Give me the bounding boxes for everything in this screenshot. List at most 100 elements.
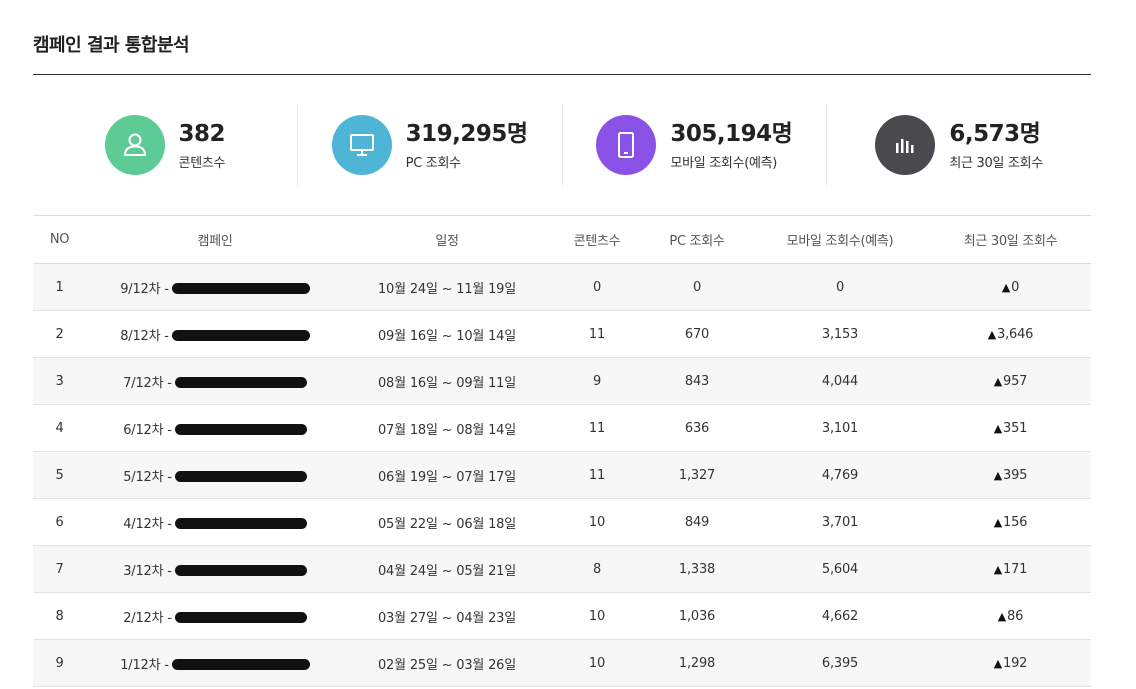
table-row[interactable]: 8 2/12차 - 03월 27일 ~ 04월 23일 10 1,036 4,6… xyxy=(33,592,1091,640)
cell-contents: 10 xyxy=(550,592,644,640)
stat-pc-views: 319,295명 PC 조회수 xyxy=(298,104,563,186)
page-title: 캠페인 결과 통합분석 xyxy=(33,35,190,56)
table-row[interactable]: 5 5/12차 - 06월 19일 ~ 07월 17일 11 1,327 4,7… xyxy=(33,451,1091,499)
title-divider xyxy=(33,74,1091,75)
redacted-campaign-name xyxy=(174,470,307,482)
redacted-campaign-name xyxy=(174,517,307,529)
cell-campaign[interactable]: 5/12차 - xyxy=(86,451,344,499)
cell-mobile-views: 6,395 xyxy=(750,639,930,687)
redacted-campaign-name xyxy=(171,329,310,341)
cell-mobile-views: 3,153 xyxy=(750,310,930,358)
redacted-campaign-name xyxy=(171,658,310,670)
campaign-round: 2/12차 - xyxy=(123,610,172,626)
cell-recent-views: ▲0 xyxy=(930,263,1091,311)
cell-contents: 10 xyxy=(550,639,644,687)
table-row[interactable]: 2 8/12차 - 09월 16일 ~ 10월 14일 11 670 3,153… xyxy=(33,310,1091,358)
cell-schedule: 05월 22일 ~ 06월 18일 xyxy=(344,498,550,546)
redacted-campaign-name xyxy=(174,376,307,388)
stat-label: 모바일 조회수(예측) xyxy=(670,155,778,171)
cell-pc-views: 1,338 xyxy=(644,545,750,593)
recent-views-value: 395 xyxy=(1003,467,1028,483)
campaign-round: 7/12차 - xyxy=(123,375,172,391)
cell-no: 1 xyxy=(33,263,86,311)
table-row[interactable]: 7 3/12차 - 04월 24일 ~ 05월 21일 8 1,338 5,60… xyxy=(33,545,1091,593)
cell-contents: 11 xyxy=(550,451,644,499)
cell-recent-views: ▲3,646 xyxy=(930,310,1091,358)
triangle-up-icon: ▲ xyxy=(993,562,1003,576)
cell-mobile-views: 4,769 xyxy=(750,451,930,499)
cell-pc-views: 670 xyxy=(644,310,750,358)
table-row[interactable]: 4 6/12차 - 07월 18일 ~ 08월 14일 11 636 3,101… xyxy=(33,404,1091,452)
campaign-round: 9/12차 - xyxy=(120,281,169,297)
cell-no: 8 xyxy=(33,592,86,640)
column-header-pc-views: PC 조회수 xyxy=(644,215,750,264)
column-header-campaign: 캠페인 xyxy=(86,215,344,264)
cell-campaign[interactable]: 8/12차 - xyxy=(86,310,344,358)
stat-value: 319,295명 xyxy=(405,120,528,147)
cell-recent-views: ▲395 xyxy=(930,451,1091,499)
column-header-schedule: 일정 xyxy=(344,215,550,264)
cell-contents: 11 xyxy=(550,404,644,452)
cell-pc-views: 849 xyxy=(644,498,750,546)
cell-campaign[interactable]: 1/12차 - xyxy=(86,639,344,687)
cell-campaign[interactable]: 7/12차 - xyxy=(86,357,344,405)
cell-recent-views: ▲156 xyxy=(930,498,1091,546)
stat-contents: 382 콘텐츠수 xyxy=(33,104,298,186)
monitor-icon xyxy=(331,115,392,175)
cell-mobile-views: 0 xyxy=(750,263,930,311)
cell-contents: 10 xyxy=(550,498,644,546)
cell-schedule: 07월 18일 ~ 08월 14일 xyxy=(344,404,550,452)
recent-views-value: 86 xyxy=(1007,608,1024,624)
campaign-round: 8/12차 - xyxy=(120,328,169,344)
cell-pc-views: 843 xyxy=(644,357,750,405)
stat-recent-views: 6,573명 최근 30일 조회수 xyxy=(827,104,1091,186)
campaign-round: 4/12차 - xyxy=(123,516,172,532)
stat-label: 최근 30일 조회수 xyxy=(949,155,1043,171)
triangle-up-icon: ▲ xyxy=(993,515,1003,529)
cell-mobile-views: 5,604 xyxy=(750,545,930,593)
cell-mobile-views: 4,662 xyxy=(750,592,930,640)
table-row[interactable]: 1 9/12차 - 10월 24일 ~ 11월 19일 0 0 0 ▲0 xyxy=(33,263,1091,311)
cell-no: 9 xyxy=(33,639,86,687)
table-row[interactable]: 9 1/12차 - 02월 25일 ~ 03월 26일 10 1,298 6,3… xyxy=(33,639,1091,687)
user-icon xyxy=(104,115,165,175)
cell-pc-views: 0 xyxy=(644,263,750,311)
recent-views-value: 3,646 xyxy=(997,326,1034,342)
cell-no: 2 xyxy=(33,310,86,358)
column-header-contents: 콘텐츠수 xyxy=(550,215,644,264)
column-header-mobile-views: 모바일 조회수(예측) xyxy=(750,215,930,264)
stat-value: 6,573명 xyxy=(949,120,1041,147)
campaign-results-table: NO 캠페인 일정 콘텐츠수 PC 조회수 모바일 조회수(예측) 최근 30일… xyxy=(33,215,1091,687)
cell-recent-views: ▲351 xyxy=(930,404,1091,452)
cell-recent-views: ▲192 xyxy=(930,639,1091,687)
campaign-round: 3/12차 - xyxy=(123,563,172,579)
cell-campaign[interactable]: 4/12차 - xyxy=(86,498,344,546)
cell-campaign[interactable]: 2/12차 - xyxy=(86,592,344,640)
cell-mobile-views: 3,701 xyxy=(750,498,930,546)
cell-campaign[interactable]: 6/12차 - xyxy=(86,404,344,452)
campaign-round: 5/12차 - xyxy=(123,469,172,485)
triangle-up-icon: ▲ xyxy=(997,609,1007,623)
cell-recent-views: ▲171 xyxy=(930,545,1091,593)
cell-no: 5 xyxy=(33,451,86,499)
table-row[interactable]: 6 4/12차 - 05월 22일 ~ 06월 18일 10 849 3,701… xyxy=(33,498,1091,546)
triangle-up-icon: ▲ xyxy=(993,468,1003,482)
stat-value: 305,194명 xyxy=(670,120,793,147)
cell-schedule: 08월 16일 ~ 09월 11일 xyxy=(344,357,550,405)
cell-mobile-views: 3,101 xyxy=(750,404,930,452)
triangle-up-icon: ▲ xyxy=(993,374,1003,388)
cell-contents: 8 xyxy=(550,545,644,593)
cell-campaign[interactable]: 3/12차 - xyxy=(86,545,344,593)
stats-summary: 382 콘텐츠수 319,295명 PC 조회수 305,194명 모바일 조회… xyxy=(33,104,1091,186)
cell-no: 3 xyxy=(33,357,86,405)
cell-campaign[interactable]: 9/12차 - xyxy=(86,263,344,311)
cell-schedule: 03월 27일 ~ 04월 23일 xyxy=(344,592,550,640)
cell-contents: 9 xyxy=(550,357,644,405)
stat-label: PC 조회수 xyxy=(405,155,461,171)
recent-views-value: 192 xyxy=(1003,655,1028,671)
recent-views-value: 156 xyxy=(1003,514,1028,530)
cell-no: 7 xyxy=(33,545,86,593)
table-row[interactable]: 3 7/12차 - 08월 16일 ~ 09월 11일 9 843 4,044 … xyxy=(33,357,1091,405)
triangle-up-icon: ▲ xyxy=(987,327,997,341)
redacted-campaign-name xyxy=(174,611,307,623)
